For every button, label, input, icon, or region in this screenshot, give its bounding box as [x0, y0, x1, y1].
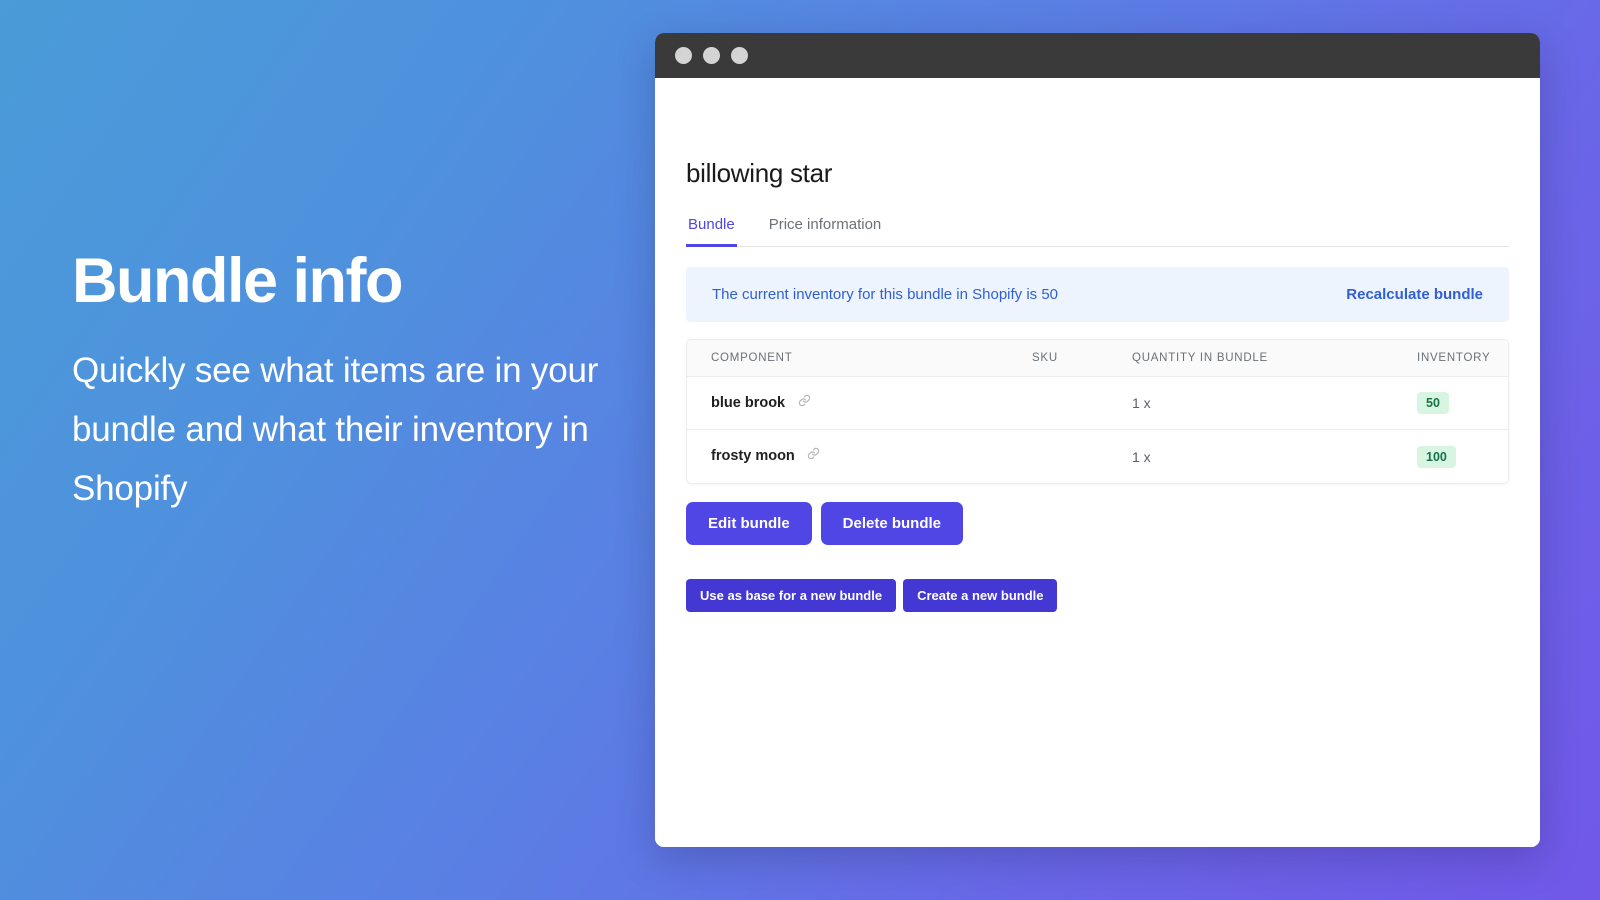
- column-header-inventory: INVENTORY: [1417, 352, 1491, 364]
- secondary-action-row: Use as base for a new bundle Create a ne…: [686, 579, 1509, 612]
- edit-bundle-button[interactable]: Edit bundle: [686, 502, 812, 545]
- tab-bundle[interactable]: Bundle: [686, 216, 737, 247]
- delete-bundle-button[interactable]: Delete bundle: [820, 502, 964, 545]
- component-cell: blue brook: [687, 394, 1032, 412]
- create-new-bundle-button[interactable]: Create a new bundle: [903, 579, 1058, 612]
- recalculate-bundle-link[interactable]: Recalculate bundle: [1346, 286, 1483, 303]
- promo-subtitle: Quickly see what items are in your bundl…: [72, 351, 599, 508]
- primary-action-row: Edit bundle Delete bundle: [686, 502, 1509, 545]
- window-titlebar: [655, 33, 1540, 78]
- close-dot-icon[interactable]: [675, 47, 692, 64]
- promo-panel: Bundle info Quickly see what items are i…: [72, 248, 612, 519]
- component-name: blue brook: [711, 395, 786, 412]
- window-content: billowing star Bundle Price information …: [655, 78, 1540, 847]
- quantity-cell: 1 x: [1132, 448, 1151, 465]
- column-header-sku: SKU: [1032, 352, 1058, 364]
- promo-title: Bundle info: [72, 246, 403, 316]
- column-header-component: COMPONENT: [711, 352, 793, 364]
- tab-bar: Bundle Price information: [686, 216, 1509, 247]
- column-header-quantity: QUANTITY IN BUNDLE: [1132, 352, 1268, 364]
- maximize-dot-icon[interactable]: [731, 47, 748, 64]
- components-table: COMPONENT SKU QUANTITY IN BUNDLE INVENTO…: [686, 339, 1509, 484]
- table-row: blue brook 1 x 50: [687, 377, 1508, 430]
- inventory-badge: 100: [1417, 445, 1456, 468]
- inventory-banner: The current inventory for this bundle in…: [686, 267, 1509, 322]
- tab-price-information[interactable]: Price information: [767, 216, 884, 247]
- inventory-cell: 100: [1417, 445, 1508, 468]
- inventory-badge: 50: [1417, 392, 1449, 414]
- table-header-row: COMPONENT SKU QUANTITY IN BUNDLE INVENTO…: [687, 340, 1508, 377]
- link-icon[interactable]: [798, 394, 811, 412]
- page-title: billowing star: [686, 158, 833, 188]
- inventory-cell: 50: [1417, 392, 1508, 414]
- link-icon[interactable]: [807, 447, 820, 465]
- browser-window: billowing star Bundle Price information …: [655, 33, 1540, 847]
- use-as-base-button[interactable]: Use as base for a new bundle: [686, 579, 897, 612]
- component-cell: frosty moon: [687, 447, 1032, 465]
- minimize-dot-icon[interactable]: [703, 47, 720, 64]
- quantity-cell: 1 x: [1132, 395, 1151, 411]
- component-name: frosty moon: [711, 448, 795, 465]
- table-row: frosty moon 1 x 100: [687, 430, 1508, 483]
- inventory-banner-message: The current inventory for this bundle in…: [712, 286, 1059, 303]
